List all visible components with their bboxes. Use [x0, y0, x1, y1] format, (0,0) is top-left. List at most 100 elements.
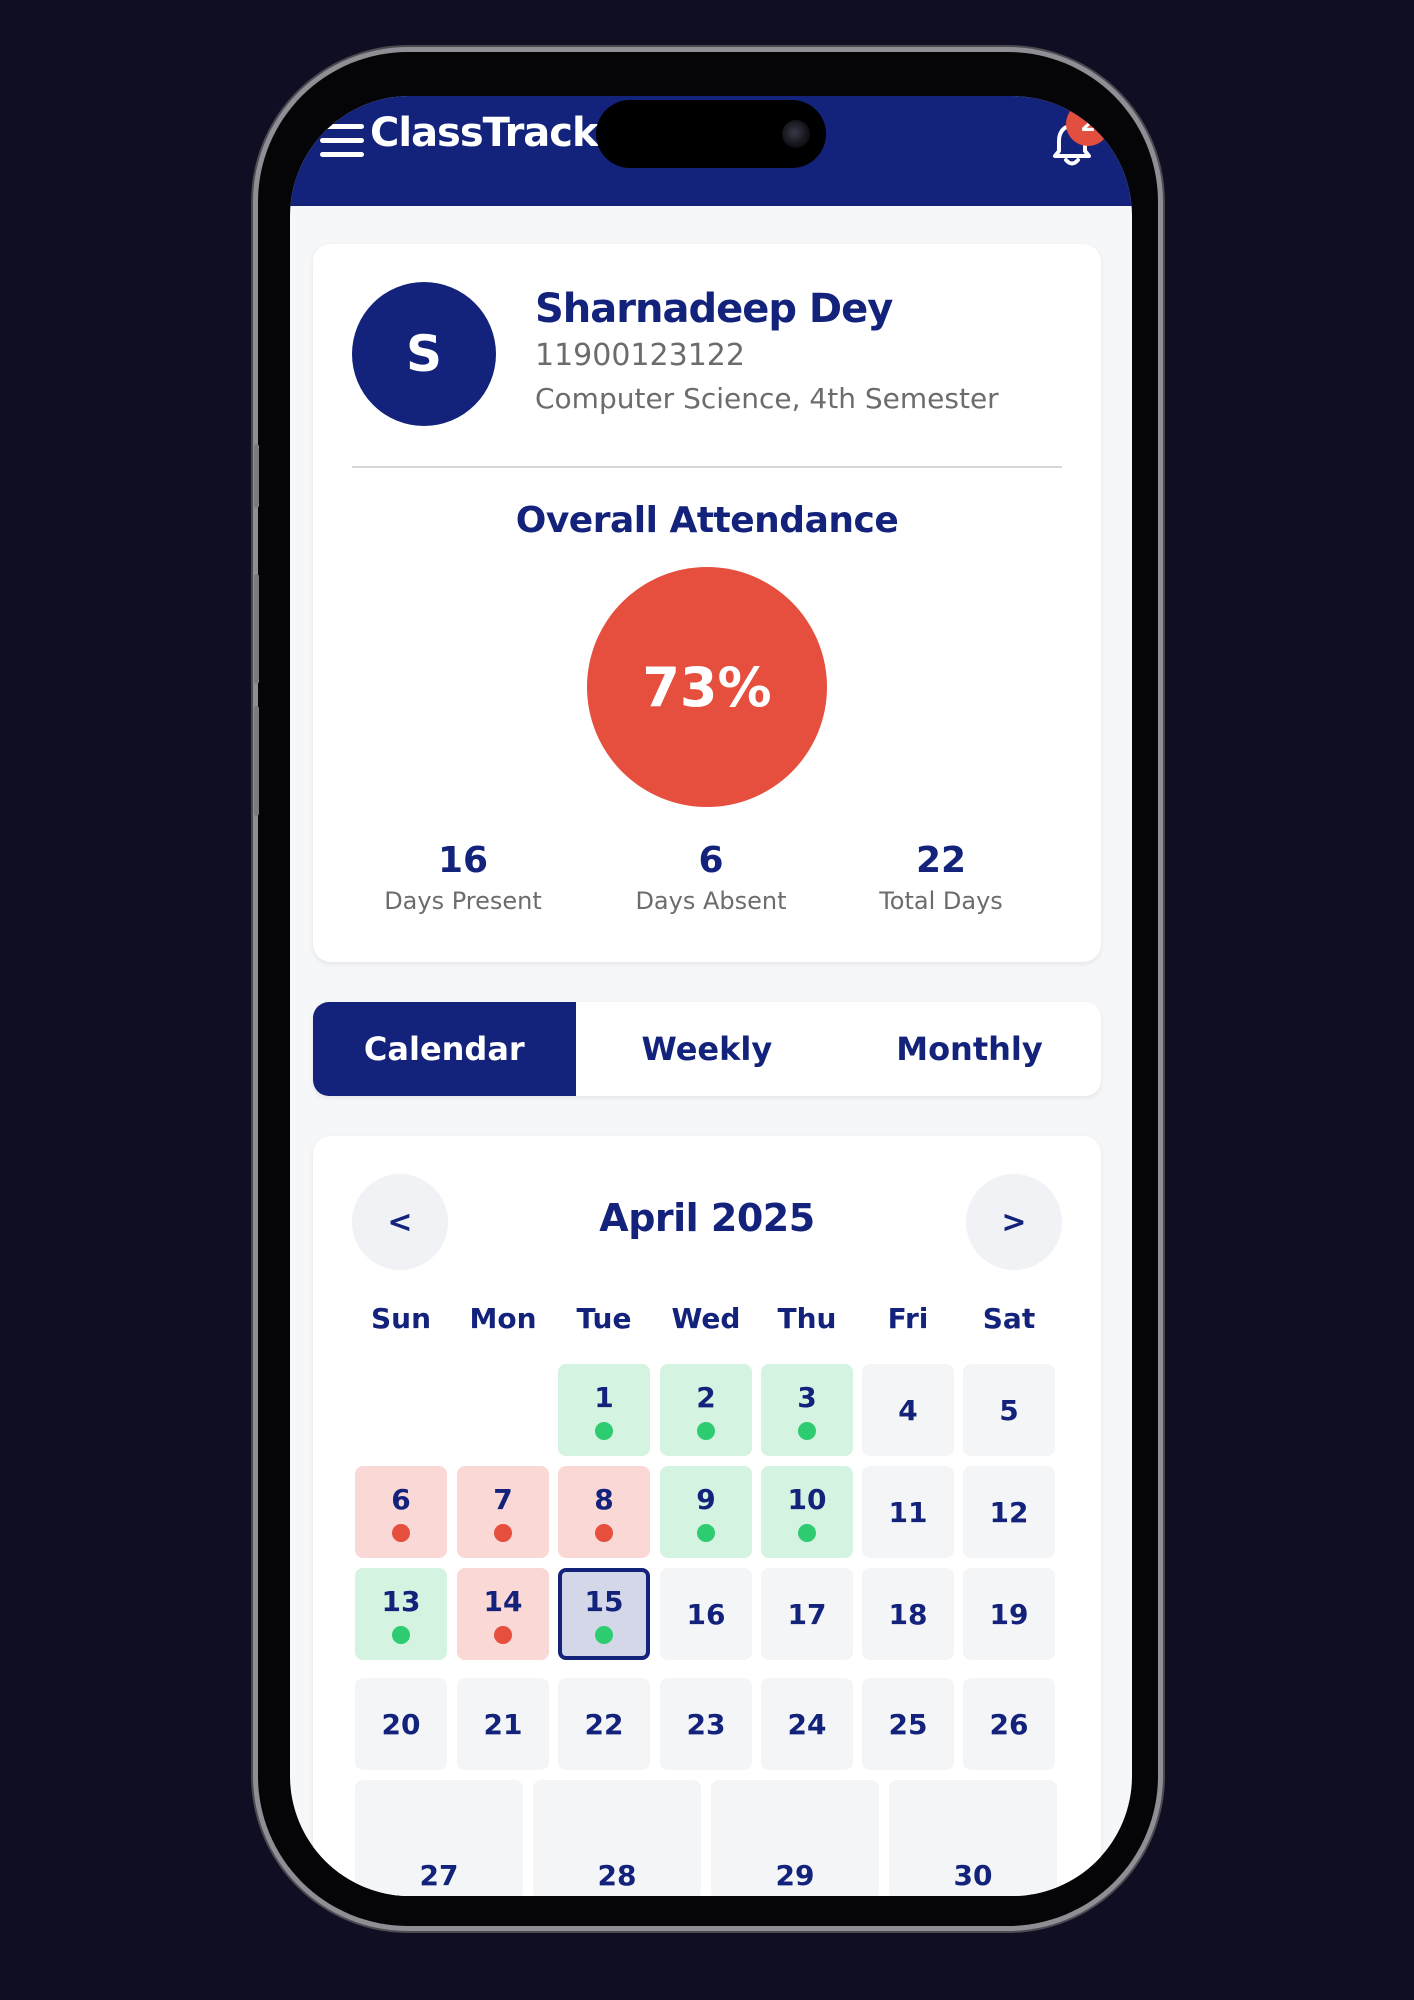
front-camera — [782, 120, 810, 148]
weekday-sat: Sat — [982, 1302, 1036, 1335]
calendar-day-number: 11 — [888, 1495, 928, 1529]
calendar-day-number: 3 — [797, 1380, 817, 1414]
calendar-day-number: 1 — [594, 1380, 614, 1414]
calendar-day[interactable]: 10 — [761, 1466, 853, 1558]
calendar-day[interactable]: 27 — [355, 1780, 523, 1896]
calendar-day-number: 7 — [493, 1482, 513, 1516]
calendar-day[interactable]: 13 — [355, 1568, 447, 1660]
present-dot-icon — [392, 1625, 410, 1644]
calendar-day-number: 28 — [597, 1859, 637, 1892]
calendar-day-number: 10 — [787, 1482, 827, 1516]
calendar-day[interactable]: 23 — [660, 1678, 752, 1770]
calendar-day-number: 15 — [584, 1584, 624, 1618]
dynamic-island — [596, 100, 826, 168]
calendar-card: < April 2025 > Sun Mon Tue Wed Thu Fri S… — [313, 1136, 1101, 1896]
volume-up-button — [254, 574, 259, 684]
calendar-day[interactable]: 12 — [963, 1466, 1055, 1558]
calendar-day[interactable]: 18 — [862, 1568, 954, 1660]
student-department: Computer Science, 4th Semester — [535, 382, 999, 415]
calendar-day[interactable]: 9 — [660, 1466, 752, 1558]
next-month-button[interactable]: > — [966, 1174, 1062, 1270]
stat-value: 6 — [698, 840, 724, 881]
stat-label: Days Absent — [635, 887, 787, 915]
calendar-day-number: 22 — [584, 1707, 624, 1741]
calendar-day[interactable]: 14 — [457, 1568, 549, 1660]
calendar-day[interactable]: 2 — [660, 1364, 752, 1456]
calendar-day[interactable]: 3 — [761, 1364, 853, 1456]
absent-dot-icon — [494, 1625, 512, 1644]
stat-label: Days Present — [384, 887, 542, 915]
calendar-day-number: 4 — [898, 1393, 918, 1427]
calendar-day-number: 17 — [787, 1597, 827, 1631]
calendar-day[interactable]: 11 — [862, 1466, 954, 1558]
calendar-day[interactable]: 8 — [558, 1466, 650, 1558]
calendar-day[interactable]: 29 — [711, 1780, 879, 1896]
volume-down-button — [254, 706, 259, 816]
divider — [352, 466, 1062, 468]
calendar-day-number: 21 — [483, 1707, 523, 1741]
weekday-sun: Sun — [370, 1302, 432, 1335]
present-dot-icon — [798, 1421, 816, 1440]
absent-dot-icon — [392, 1523, 410, 1542]
view-tabs: Calendar Weekly Monthly — [313, 1002, 1101, 1096]
stat-value: 22 — [915, 840, 967, 881]
calendar-day[interactable]: 5 — [963, 1364, 1055, 1456]
calendar-day-number: 9 — [696, 1482, 716, 1516]
calendar-day-number: 12 — [989, 1495, 1029, 1529]
student-name: Sharnadeep Dey — [535, 286, 893, 332]
student-id: 11900123122 — [535, 338, 745, 373]
attendance-percent-circle: 73% — [587, 567, 827, 807]
stat-days-present: 16 Days Present — [363, 840, 563, 915]
present-dot-icon — [595, 1421, 613, 1440]
present-dot-icon — [798, 1523, 816, 1542]
calendar-day-number: 27 — [419, 1859, 459, 1892]
weekday-fri: Fri — [887, 1302, 929, 1335]
calendar-day-number: 29 — [775, 1859, 815, 1892]
calendar-day[interactable]: 17 — [761, 1568, 853, 1660]
calendar-day[interactable]: 16 — [660, 1568, 752, 1660]
absent-dot-icon — [595, 1523, 613, 1542]
absent-dot-icon — [494, 1523, 512, 1542]
calendar-day[interactable]: 28 — [533, 1780, 701, 1896]
present-dot-icon — [697, 1523, 715, 1542]
calendar-day[interactable]: 4 — [862, 1364, 954, 1456]
attendance-title: Overall Attendance — [515, 500, 899, 541]
calendar-day[interactable]: 1 — [558, 1364, 650, 1456]
calendar-day-selected[interactable]: 15 — [558, 1568, 650, 1660]
stat-days-absent: 6 Days Absent — [611, 840, 811, 915]
calendar-day[interactable]: 7 — [457, 1466, 549, 1558]
calendar-day[interactable]: 21 — [457, 1678, 549, 1770]
weekday-wed: Wed — [671, 1302, 741, 1335]
calendar-day-number: 30 — [953, 1859, 993, 1892]
calendar-day[interactable]: 24 — [761, 1678, 853, 1770]
calendar-day-number: 20 — [381, 1707, 421, 1741]
calendar-day-number: 6 — [391, 1482, 411, 1516]
tab-monthly[interactable]: Monthly — [838, 1002, 1101, 1096]
calendar-day-number: 19 — [989, 1597, 1029, 1631]
app-screen: ClassTrack 2 S Sharnadeep Dey 1190012312… — [290, 96, 1132, 1896]
tab-weekly[interactable]: Weekly — [576, 1002, 839, 1096]
present-dot-icon — [595, 1625, 613, 1644]
calendar-day-number: 2 — [696, 1380, 716, 1414]
calendar-day[interactable]: 20 — [355, 1678, 447, 1770]
calendar-day-number: 24 — [787, 1707, 827, 1741]
avatar: S — [352, 282, 496, 426]
weekday-tue: Tue — [576, 1302, 632, 1335]
calendar-day[interactable]: 22 — [558, 1678, 650, 1770]
tab-calendar[interactable]: Calendar — [313, 1002, 576, 1096]
calendar-day[interactable]: 25 — [862, 1678, 954, 1770]
calendar-day[interactable]: 19 — [963, 1568, 1055, 1660]
notification-badge: 2 — [1066, 102, 1110, 146]
profile-card: S Sharnadeep Dey 11900123122 Computer Sc… — [313, 244, 1101, 962]
stat-value: 16 — [437, 840, 489, 881]
calendar-day[interactable]: 30 — [889, 1780, 1057, 1896]
calendar-day-number: 23 — [686, 1707, 726, 1741]
calendar-day[interactable]: 6 — [355, 1466, 447, 1558]
calendar-day-number: 16 — [686, 1597, 726, 1631]
calendar-day-number: 18 — [888, 1597, 928, 1631]
calendar-day[interactable]: 26 — [963, 1678, 1055, 1770]
weekday-mon: Mon — [469, 1302, 537, 1335]
app-title: ClassTrack — [370, 110, 599, 156]
calendar-day-number: 13 — [381, 1584, 421, 1618]
hamburger-menu-icon[interactable] — [320, 124, 364, 158]
